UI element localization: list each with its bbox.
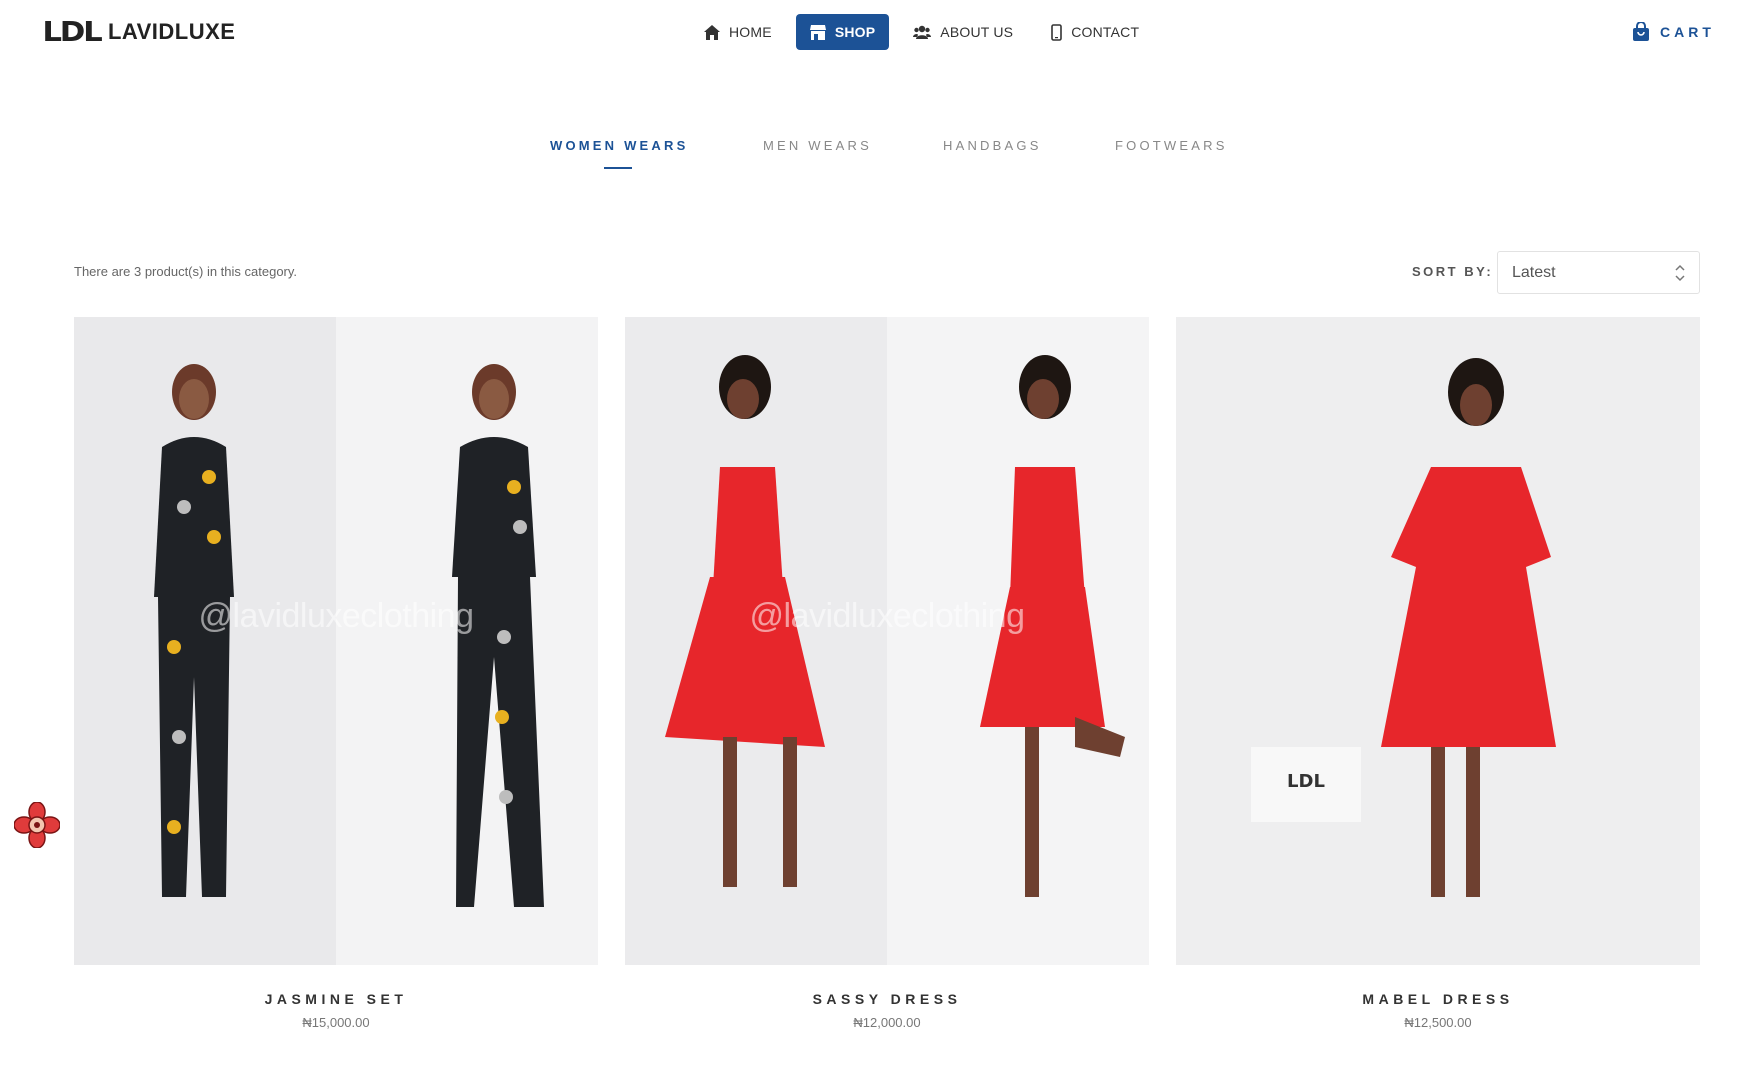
nav-home[interactable]: HOME xyxy=(690,14,786,50)
nav-shop[interactable]: SHOP xyxy=(795,14,890,50)
product-price: ₦12,500.00 xyxy=(1404,1015,1472,1030)
nav-about-label: ABOUT US xyxy=(940,24,1014,40)
product-card[interactable]: LDL MABEL DRESS ₦12,500.00 xyxy=(1176,317,1700,1030)
nav-about-us[interactable]: ABOUT US xyxy=(899,14,1027,50)
product-card[interactable]: @lavidluxeclothing SASSY DRESS ₦12,000.0… xyxy=(625,317,1149,1030)
sort-select[interactable]: Latest xyxy=(1497,251,1700,294)
floating-widget-button[interactable] xyxy=(13,801,61,849)
tab-footwears[interactable]: FOOTWEARS xyxy=(1115,138,1228,153)
tab-men-wears[interactable]: MEN WEARS xyxy=(763,138,872,153)
product-image-mabel-dress[interactable]: LDL xyxy=(1176,317,1700,965)
product-name[interactable]: JASMINE SET xyxy=(74,991,598,1007)
product-price: ₦12,000.00 xyxy=(853,1015,921,1030)
product-image-jasmine-set[interactable]: @lavidluxeclothing xyxy=(74,317,598,965)
logo-mark: LDL xyxy=(42,15,102,48)
nav-home-label: HOME xyxy=(729,24,772,40)
brand-name: LAVIDLUXE xyxy=(107,19,236,44)
store-icon xyxy=(809,24,826,40)
product-price: ₦15,000.00 xyxy=(302,1015,370,1030)
svg-text:LDL: LDL xyxy=(1287,771,1325,792)
watermark-text: @lavidluxeclothing xyxy=(198,597,474,635)
product-name[interactable]: MABEL DRESS xyxy=(1176,991,1700,1007)
product-image-sassy-dress[interactable]: @lavidluxeclothing xyxy=(625,317,1149,965)
sort-selected-value: Latest xyxy=(1512,263,1556,281)
tab-handbags[interactable]: HANDBAGS xyxy=(943,138,1042,153)
shopping-bag-icon xyxy=(1633,22,1649,41)
site-logo[interactable]: LDL LAVIDLUXE xyxy=(42,15,236,48)
flower-badge-icon xyxy=(13,801,61,849)
product-count-text: There are 3 product(s) in this category. xyxy=(74,264,298,279)
select-arrows-icon xyxy=(1675,264,1685,282)
phone-icon xyxy=(1051,23,1063,41)
cart-link[interactable]: CART xyxy=(1632,22,1715,42)
users-icon xyxy=(913,25,932,39)
nav-contact[interactable]: CONTACT xyxy=(1037,14,1153,50)
product-card[interactable]: @lavidluxeclothing JASMINE SET ₦15,000.0… xyxy=(74,317,598,1030)
sort-label: SORT BY: xyxy=(1412,264,1494,279)
tab-women-wears[interactable]: WOMEN WEARS xyxy=(550,138,688,153)
main-nav: HOME SHOP ABOUT US CONTACT xyxy=(690,14,1163,50)
nav-contact-label: CONTACT xyxy=(1071,24,1140,40)
site-header: LDL LAVIDLUXE HOME SHOP ABOUT US CONTACT… xyxy=(0,0,1755,66)
category-tabs: WOMEN WEARS MEN WEARS HANDBAGS FOOTWEARS xyxy=(0,138,1755,178)
home-icon xyxy=(704,24,720,40)
watermark-text: @lavidluxeclothing xyxy=(749,597,1025,635)
product-name[interactable]: SASSY DRESS xyxy=(625,991,1149,1007)
nav-shop-label: SHOP xyxy=(834,24,876,40)
active-tab-indicator xyxy=(604,167,632,169)
cart-label: CART xyxy=(1660,24,1715,40)
